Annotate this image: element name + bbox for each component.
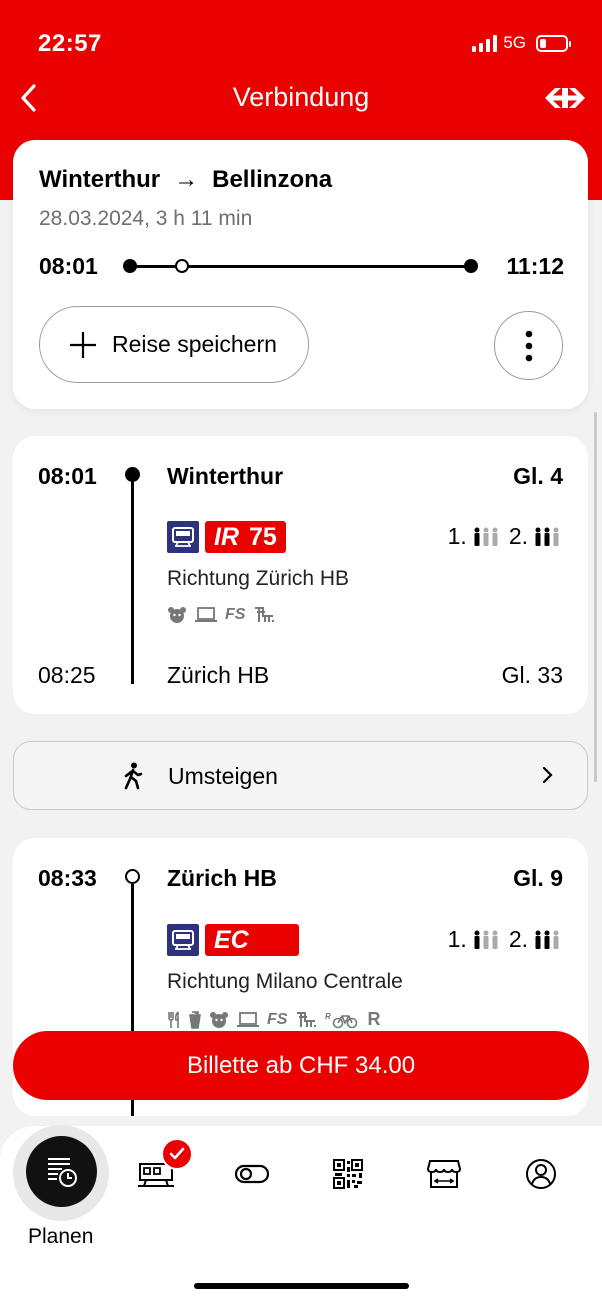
arrival-time: 11:12	[506, 253, 564, 279]
plus-icon	[70, 331, 96, 358]
tab-profile[interactable]	[519, 1152, 563, 1196]
transfer-label: Umsteigen	[168, 763, 278, 789]
low-floor-icon	[297, 1011, 317, 1027]
leg-line	[131, 474, 134, 684]
checkmark-icon	[169, 1147, 185, 1160]
business-zone-icon	[237, 1011, 259, 1027]
train-badge: IR 75	[205, 521, 286, 553]
departure-time: 08:01	[39, 253, 98, 279]
destination-station: Bellinzona	[212, 166, 333, 193]
signal-icon	[472, 34, 498, 52]
leg-arrival-station: Zürich HB	[167, 662, 270, 688]
status-indicators: 5G	[472, 33, 571, 53]
buy-ticket-button[interactable]: Billette ab CHF 34.00	[13, 1031, 589, 1100]
leg-arrival-time: 08:25	[38, 662, 96, 688]
svg-text:R: R	[325, 1012, 331, 1021]
occupancy-medium-icon	[534, 930, 560, 950]
minibar-icon	[189, 1010, 201, 1029]
fs-label: FS	[225, 606, 246, 623]
class2-label: 2.	[508, 523, 528, 549]
train-info: EC	[167, 924, 299, 956]
low-floor-icon	[255, 607, 275, 622]
train-category: IR	[214, 522, 239, 551]
train-attributes: FS	[167, 606, 275, 624]
timeline-transfer-dot	[175, 259, 189, 273]
shop-icon	[427, 1160, 461, 1188]
save-journey-label: Reise speichern	[112, 331, 277, 357]
save-journey-button[interactable]: Reise speichern	[39, 306, 309, 383]
train-info: IR 75	[167, 521, 286, 553]
tab-toggle[interactable]	[230, 1152, 274, 1196]
tab-planen[interactable]	[26, 1136, 97, 1207]
chevron-right-icon	[542, 766, 553, 784]
status-time: 22:57	[38, 30, 102, 57]
leg-direction: Richtung Milano Centrale	[167, 970, 403, 993]
more-options-button[interactable]	[494, 311, 563, 380]
class1-label: 1.	[447, 523, 467, 549]
train-number: 75	[249, 522, 277, 551]
timeline-end-dot	[464, 259, 478, 273]
reservation-label: R	[367, 1009, 381, 1029]
battery-icon	[536, 34, 571, 52]
restaurant-icon	[168, 1010, 179, 1028]
leg-arrival-track: Gl. 33	[501, 662, 563, 688]
sbb-logo-icon	[545, 88, 585, 108]
train-badge: EC	[205, 924, 299, 956]
walking-icon	[124, 762, 143, 790]
arrow-icon: →	[174, 166, 199, 193]
occupancy-medium-icon	[534, 527, 560, 547]
leg-departure-time: 08:33	[38, 865, 97, 891]
transfer-row[interactable]: Umsteigen	[13, 741, 588, 810]
family-zone-icon	[168, 607, 186, 623]
leg-departure-station: Zürich HB	[167, 865, 277, 891]
tab-tickets[interactable]	[326, 1152, 370, 1196]
leg-direction: Richtung Zürich HB	[167, 567, 350, 590]
home-indicator	[194, 1283, 409, 1289]
train-category: EC	[214, 925, 249, 954]
page-title: Verbindung	[232, 82, 370, 112]
network-label: 5G	[503, 33, 526, 52]
tab-planen-label: Planen	[28, 1225, 94, 1248]
profile-icon	[526, 1159, 556, 1189]
origin-station: Winterthur	[39, 166, 161, 193]
leg-departure-station: Winterthur	[167, 463, 284, 489]
route-title: Winterthur → Bellinzona	[39, 166, 332, 194]
class2-label: 2.	[508, 926, 528, 952]
status-bar: 22:57 5G	[0, 0, 602, 80]
toggle-icon	[234, 1164, 270, 1184]
more-vertical-icon	[525, 330, 532, 361]
buy-ticket-label: Billette ab CHF 34.00	[186, 1051, 416, 1079]
class1-label: 1.	[447, 926, 467, 952]
train-attributes: FS R R	[167, 1009, 380, 1030]
leg-departure-track: Gl. 9	[513, 865, 563, 891]
stop-ring	[125, 869, 140, 884]
business-zone-icon	[195, 607, 217, 622]
leg-departure-time: 08:01	[38, 463, 97, 489]
fs-label: FS	[267, 1010, 288, 1028]
leg-departure-track: Gl. 4	[513, 463, 563, 489]
train-pictogram-icon	[167, 924, 199, 956]
occupancy-info: 1. 2.	[448, 523, 564, 550]
timetable-icon	[47, 1157, 77, 1187]
bike-reservation-icon: R	[325, 1012, 358, 1028]
family-zone-icon	[210, 1011, 228, 1028]
scroll-indicator[interactable]	[594, 412, 597, 782]
occupancy-low-icon	[473, 930, 499, 950]
timeline-start-dot	[123, 259, 137, 273]
occupancy-info: 1. 2.	[448, 926, 564, 953]
navigation-bar: Verbindung	[0, 76, 602, 120]
connection-summary-card: Winterthur → Bellinzona 28.03.2024, 3 h …	[13, 140, 588, 409]
qr-code-icon	[333, 1159, 363, 1189]
trips-badge	[161, 1138, 193, 1170]
occupancy-low-icon	[473, 527, 499, 547]
leg-card[interactable]: 08:01 Winterthur Gl. 4 IR 75 1. 2. Richt…	[13, 436, 588, 714]
date-duration: 28.03.2024, 3 h 11 min	[39, 207, 253, 230]
train-pictogram-icon	[167, 521, 199, 553]
tab-shop[interactable]	[422, 1152, 466, 1196]
